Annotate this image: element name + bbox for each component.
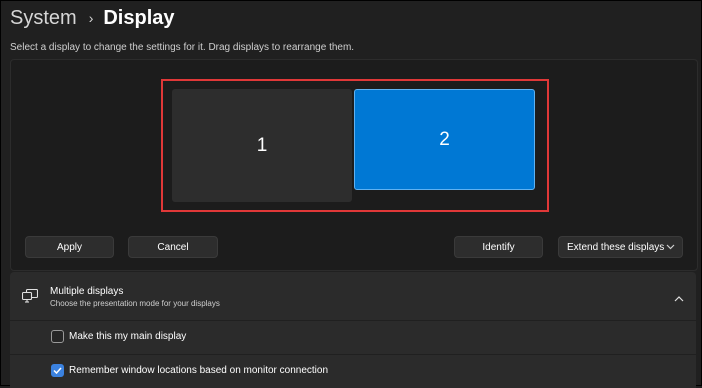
- main-display-checkbox[interactable]: [51, 330, 64, 343]
- settings-window: System › Display Select a display to cha…: [0, 0, 702, 388]
- chevron-up-icon[interactable]: [674, 289, 684, 307]
- cancel-button[interactable]: Cancel: [128, 236, 218, 258]
- checkmark-icon: [53, 367, 62, 374]
- display-arrangement-panel: 1 2 Apply Cancel Identify Extend these d…: [10, 59, 698, 271]
- main-display-option: Make this my main display: [10, 321, 696, 354]
- monitor-icon: [21, 288, 39, 308]
- remember-windows-checkbox[interactable]: [51, 364, 64, 377]
- breadcrumb-system[interactable]: System: [10, 7, 77, 30]
- chevron-right-icon: ›: [88, 10, 94, 26]
- multiple-displays-header[interactable]: Multiple displays Choose the presentatio…: [10, 272, 696, 320]
- display-mode-label: Extend these displays: [567, 241, 665, 253]
- monitor-2[interactable]: 2: [354, 89, 535, 190]
- identify-button[interactable]: Identify: [454, 236, 543, 258]
- remember-windows-label: Remember window locations based on monit…: [69, 365, 329, 376]
- display-mode-dropdown[interactable]: Extend these displays: [558, 236, 683, 258]
- page-title: Display: [103, 6, 175, 29]
- monitor-1[interactable]: 1: [172, 89, 352, 202]
- multiple-displays-subtitle: Choose the presentation mode for your di…: [50, 299, 220, 308]
- apply-button[interactable]: Apply: [25, 236, 114, 258]
- remember-windows-option: Remember window locations based on monit…: [10, 355, 696, 388]
- chevron-down-icon: [666, 242, 675, 252]
- main-display-label: Make this my main display: [69, 331, 187, 342]
- breadcrumb: System › Display: [10, 5, 175, 31]
- display-instruction: Select a display to change the settings …: [10, 42, 355, 53]
- multiple-displays-title: Multiple displays: [50, 286, 124, 297]
